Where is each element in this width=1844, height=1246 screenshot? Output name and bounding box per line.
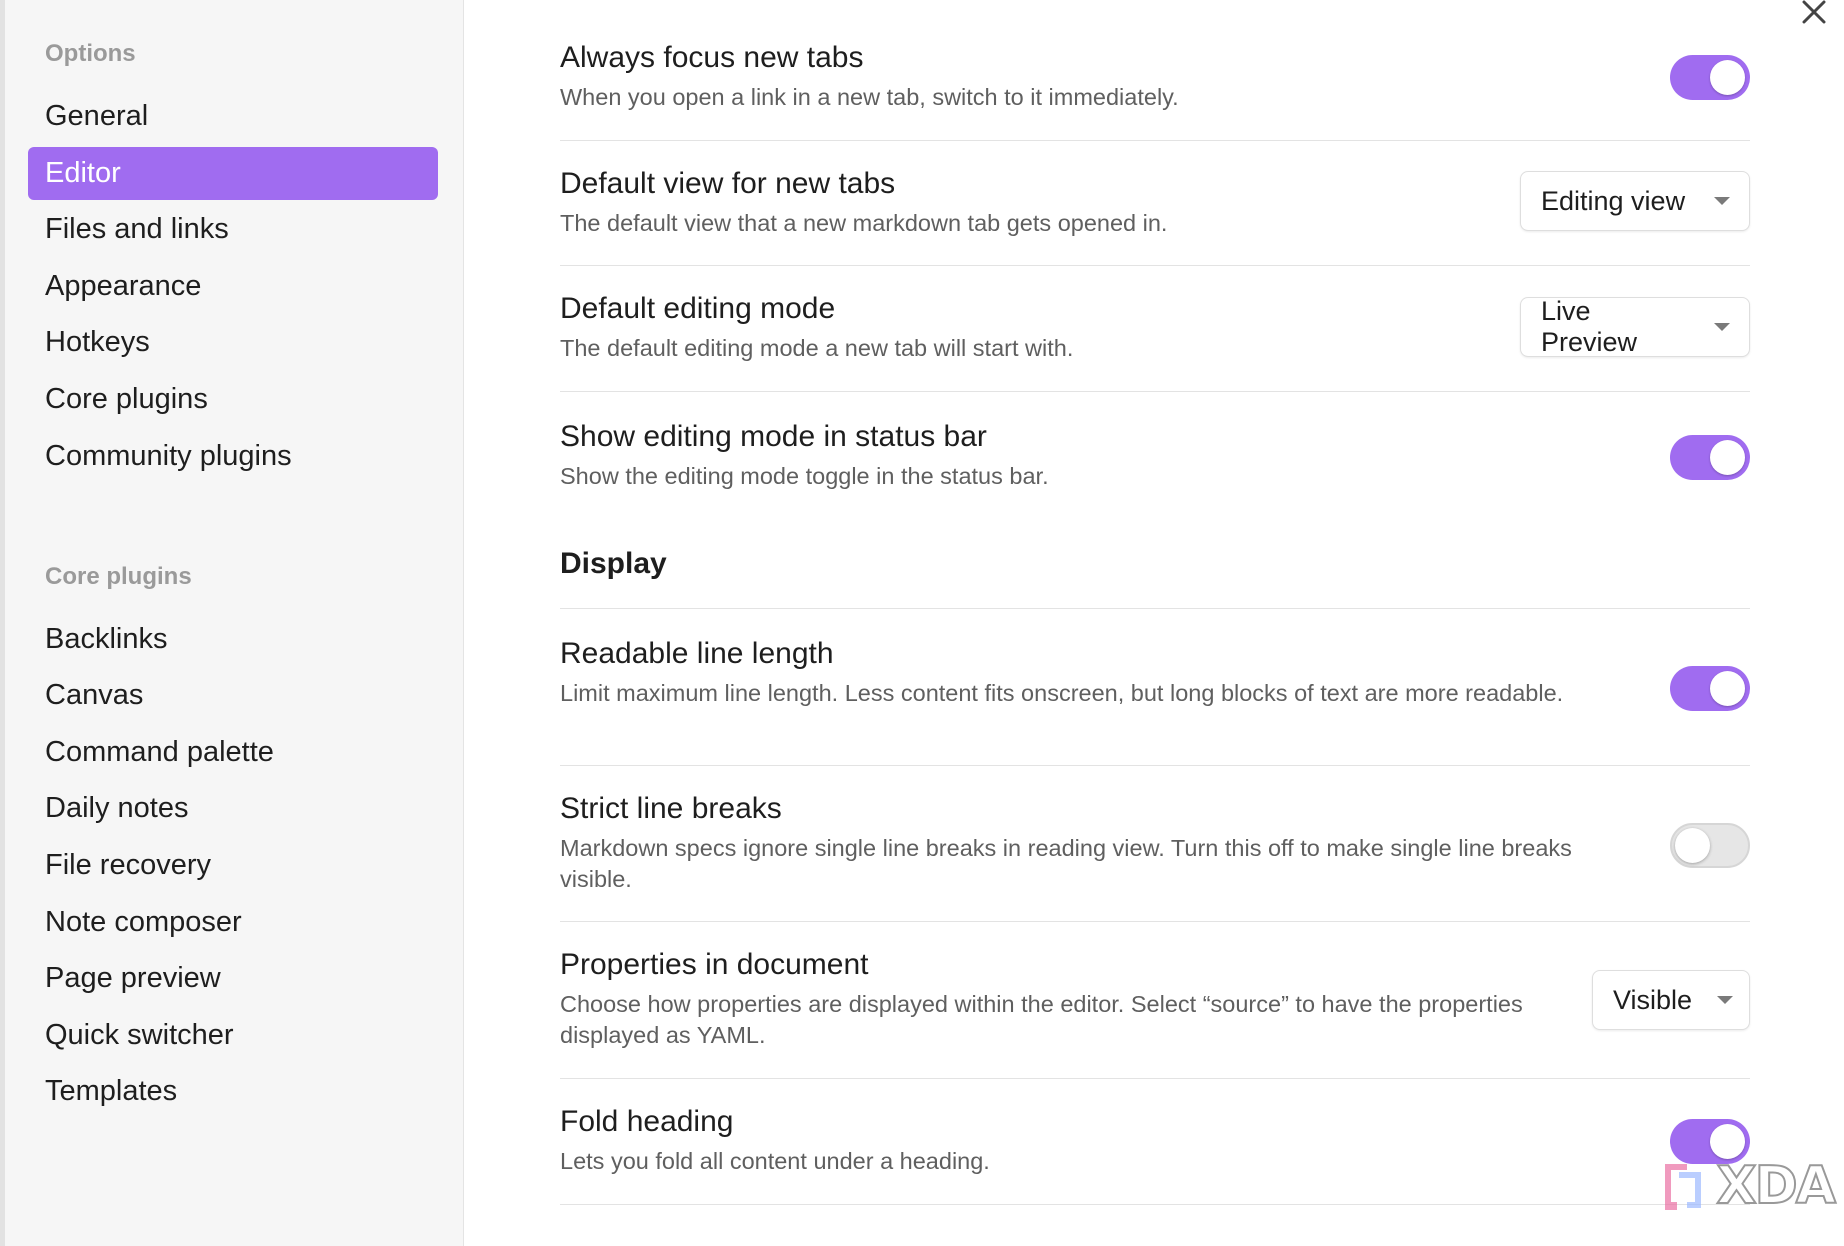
close-icon bbox=[1801, 0, 1827, 30]
settings-content: Always focus new tabs When you open a li… bbox=[464, 0, 1844, 1246]
sidebar-item-editor[interactable]: Editor bbox=[28, 146, 438, 200]
xda-logo-icon: XDA bbox=[1657, 1155, 1837, 1217]
dropdown-value: Live Preview bbox=[1541, 296, 1638, 357]
sidebar-item-community-plugins[interactable]: Community plugins bbox=[28, 430, 438, 483]
dropdown-value: Editing view bbox=[1541, 185, 1686, 216]
show-editing-mode-toggle[interactable] bbox=[1670, 435, 1750, 480]
sidebar-item-note-composer[interactable]: Note composer bbox=[28, 896, 438, 949]
always-focus-toggle[interactable] bbox=[1670, 55, 1750, 100]
readable-line-length-toggle[interactable] bbox=[1670, 666, 1750, 711]
sidebar-item-daily-notes[interactable]: Daily notes bbox=[28, 782, 438, 835]
setting-name: Fold heading bbox=[560, 1105, 734, 1138]
settings-sidebar: Options General Editor Files and links A… bbox=[0, 0, 464, 1246]
setting-description: Limit maximum line length. Less content … bbox=[560, 680, 1564, 706]
toggle-knob bbox=[1710, 1124, 1745, 1159]
chevron-down-icon bbox=[1713, 322, 1731, 332]
toggle-knob bbox=[1710, 440, 1745, 475]
sidebar-item-page-preview[interactable]: Page preview bbox=[28, 952, 438, 1005]
setting-description: Markdown specs ignore single line breaks… bbox=[560, 835, 1572, 892]
watermark-text: XDA bbox=[1716, 1155, 1837, 1217]
sidebar-item-file-recovery[interactable]: File recovery bbox=[28, 839, 438, 892]
setting-show-editing-mode: Show editing mode in status bar Show the… bbox=[560, 392, 1750, 502]
sidebar-item-appearance[interactable]: Appearance bbox=[28, 260, 438, 313]
toggle-knob bbox=[1710, 671, 1745, 706]
default-view-dropdown[interactable]: Editing view bbox=[1520, 171, 1750, 231]
sidebar-heading-options: Options bbox=[45, 40, 136, 67]
sidebar-item-canvas[interactable]: Canvas bbox=[28, 669, 438, 722]
dropdown-value: Visible bbox=[1613, 984, 1693, 1015]
setting-name: Strict line breaks bbox=[560, 792, 782, 825]
toggle-knob bbox=[1675, 828, 1710, 863]
setting-description: When you open a link in a new tab, switc… bbox=[560, 84, 1179, 110]
setting-description: The default editing mode a new tab will … bbox=[560, 335, 1074, 361]
chevron-down-icon bbox=[1716, 995, 1734, 1005]
editor-settings: Always focus new tabs When you open a li… bbox=[560, 0, 1750, 1205]
setting-name: Show editing mode in status bar bbox=[560, 420, 987, 453]
chevron-down-icon bbox=[1713, 196, 1731, 206]
setting-readable-line-length: Readable line length Limit maximum line … bbox=[560, 609, 1750, 766]
strict-line-breaks-toggle[interactable] bbox=[1670, 823, 1750, 868]
settings-window: Options General Editor Files and links A… bbox=[0, 0, 1844, 1246]
setting-description: The default view that a new markdown tab… bbox=[560, 210, 1168, 236]
sidebar-heading-core-plugins: Core plugins bbox=[45, 562, 192, 590]
toggle-knob bbox=[1710, 60, 1745, 95]
sidebar-item-templates[interactable]: Templates bbox=[28, 1065, 438, 1118]
section-heading-display: Display bbox=[560, 502, 1750, 609]
setting-fold-heading: Fold heading Lets you fold all content u… bbox=[560, 1079, 1750, 1205]
default-editing-mode-dropdown[interactable]: Live Preview bbox=[1520, 296, 1750, 357]
setting-always-focus-new-tabs: Always focus new tabs When you open a li… bbox=[560, 0, 1750, 141]
sidebar-item-command-palette[interactable]: Command palette bbox=[28, 726, 438, 779]
setting-name: Properties in document bbox=[560, 948, 869, 981]
setting-name: Readable line length bbox=[560, 637, 834, 670]
close-button[interactable] bbox=[1796, 0, 1832, 28]
setting-default-view: Default view for new tabs The default vi… bbox=[560, 141, 1750, 266]
sidebar-item-quick-switcher[interactable]: Quick switcher bbox=[28, 1009, 438, 1062]
setting-description: Choose how properties are displayed with… bbox=[560, 991, 1523, 1048]
sidebar-item-files-and-links[interactable]: Files and links bbox=[28, 203, 438, 256]
properties-in-document-dropdown[interactable]: Visible bbox=[1592, 970, 1750, 1030]
setting-name: Always focus new tabs bbox=[560, 41, 864, 74]
setting-strict-line-breaks: Strict line breaks Markdown specs ignore… bbox=[560, 766, 1750, 922]
setting-properties-in-document: Properties in document Choose how proper… bbox=[560, 922, 1750, 1079]
sidebar-item-general[interactable]: General bbox=[28, 90, 438, 143]
sidebar-item-hotkeys[interactable]: Hotkeys bbox=[28, 316, 438, 369]
setting-description: Show the editing mode toggle in the stat… bbox=[560, 463, 1049, 489]
setting-description: Lets you fold all content under a headin… bbox=[560, 1148, 990, 1174]
sidebar-item-backlinks[interactable]: Backlinks bbox=[28, 613, 438, 666]
setting-default-editing-mode: Default editing mode The default editing… bbox=[560, 266, 1750, 392]
sidebar-item-core-plugins[interactable]: Core plugins bbox=[28, 373, 438, 426]
